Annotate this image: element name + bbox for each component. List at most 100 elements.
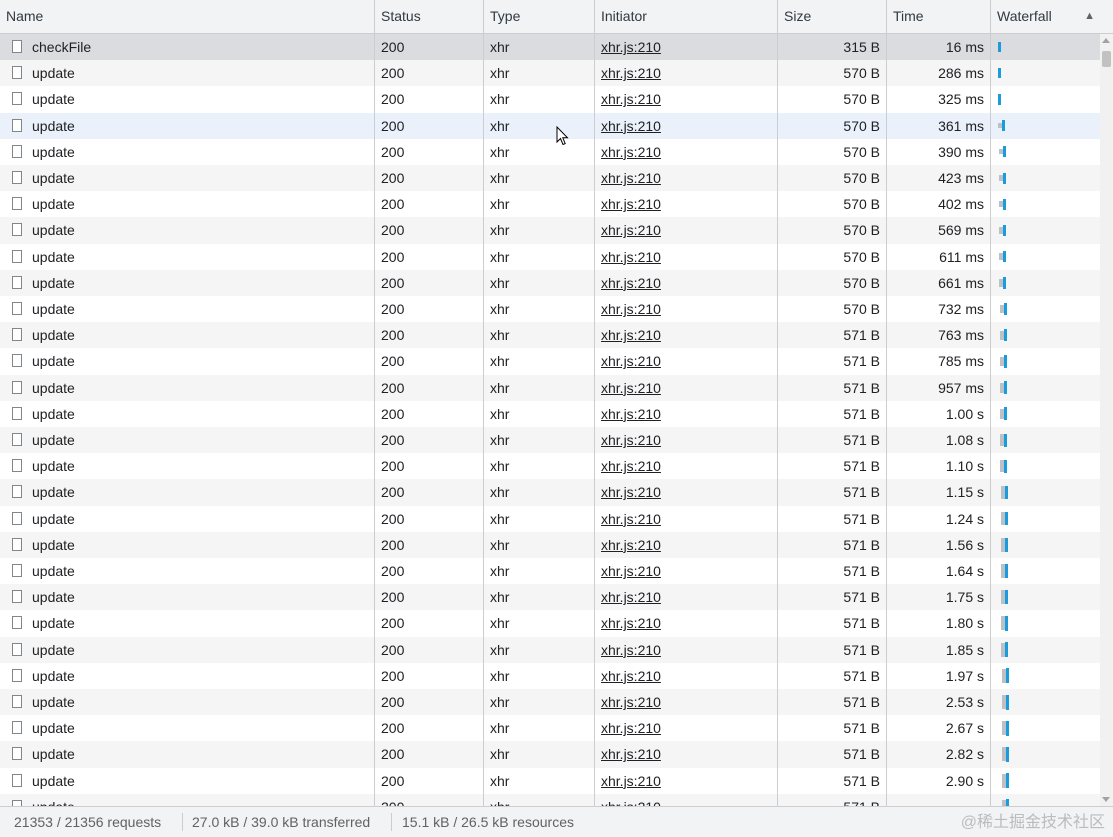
- initiator-link[interactable]: xhr.js:210: [601, 746, 661, 762]
- cell-status: 200: [375, 243, 484, 270]
- scroll-up-arrow-icon[interactable]: [1102, 38, 1110, 43]
- table-row[interactable]: update 200 xhr xhr.js:210 570 B 661 ms: [0, 269, 1100, 296]
- scrollbar-thumb[interactable]: [1102, 51, 1111, 67]
- request-name: update: [32, 274, 75, 291]
- initiator-link[interactable]: xhr.js:210: [601, 170, 661, 186]
- table-row[interactable]: update 200 xhr xhr.js:210 571 B 1.24 s: [0, 505, 1100, 532]
- cell-initiator: xhr.js:210: [595, 86, 778, 113]
- initiator-link[interactable]: xhr.js:210: [601, 432, 661, 448]
- cell-waterfall: [991, 322, 1100, 348]
- cell-status: 200: [375, 558, 484, 585]
- initiator-link[interactable]: xhr.js:210: [601, 668, 661, 684]
- initiator-link[interactable]: xhr.js:210: [601, 406, 661, 422]
- initiator-link[interactable]: xhr.js:210: [601, 353, 661, 369]
- table-row[interactable]: update 200 xhr xhr.js:210 571 B 763 ms: [0, 322, 1100, 349]
- table-row[interactable]: update 200 xhr xhr.js:210 571 B 1.85 s: [0, 636, 1100, 663]
- initiator-link[interactable]: xhr.js:210: [601, 589, 661, 605]
- initiator-link[interactable]: xhr.js:210: [601, 275, 661, 291]
- table-row[interactable]: update 200 xhr xhr.js:210 570 B 732 ms: [0, 296, 1100, 323]
- table-row[interactable]: update 200 xhr xhr.js:210 570 B 611 ms: [0, 243, 1100, 270]
- initiator-link[interactable]: xhr.js:210: [601, 327, 661, 343]
- table-row[interactable]: update 200 xhr xhr.js:210 571 B 1.08 s: [0, 427, 1100, 454]
- request-name: update: [32, 117, 75, 134]
- table-row[interactable]: update 200 xhr xhr.js:210 571 B 2.67 s: [0, 715, 1100, 742]
- initiator-link[interactable]: xhr.js:210: [601, 91, 661, 107]
- document-icon: [12, 197, 22, 211]
- table-row[interactable]: update 200 xhr xhr.js:210 571 B 2.82 s: [0, 741, 1100, 768]
- waterfall-download-bar: [1002, 198, 1006, 210]
- table-row[interactable]: update 200 xhr xhr.js:210 571 B 1.00 s: [0, 400, 1100, 427]
- table-row[interactable]: update 200 xhr xhr.js:210 570 B 402 ms: [0, 191, 1100, 218]
- initiator-link[interactable]: xhr.js:210: [601, 65, 661, 81]
- initiator-link[interactable]: xhr.js:210: [601, 249, 661, 265]
- cell-initiator: xhr.js:210: [595, 348, 778, 375]
- initiator-link[interactable]: xhr.js:210: [601, 694, 661, 710]
- table-row[interactable]: update 200 xhr xhr.js:210 570 B 423 ms: [0, 165, 1100, 192]
- column-header-name[interactable]: Name: [0, 0, 375, 33]
- column-header-status[interactable]: Status: [375, 0, 484, 33]
- table-row[interactable]: update 200 xhr xhr.js:210 571 B 1.97 s: [0, 662, 1100, 689]
- initiator-link[interactable]: xhr.js:210: [601, 380, 661, 396]
- table-row[interactable]: update 200 xhr xhr.js:210 570 B 325 ms: [0, 86, 1100, 113]
- table-row[interactable]: update 200 xhr xhr.js:210 571 B 785 ms: [0, 348, 1100, 375]
- cell-type: xhr: [484, 348, 595, 375]
- initiator-link[interactable]: xhr.js:210: [601, 799, 661, 806]
- cell-type: xhr: [484, 322, 595, 349]
- column-header-waterfall[interactable]: Waterfall ▲: [991, 0, 1113, 33]
- table-row[interactable]: update 200 xhr xhr.js:210 570 B 361 ms: [0, 112, 1100, 139]
- column-header-size[interactable]: Size: [778, 0, 887, 33]
- initiator-link[interactable]: xhr.js:210: [601, 39, 661, 55]
- table-row[interactable]: update 200 xhr xhr.js:210 570 B 569 ms: [0, 217, 1100, 244]
- cell-initiator: xhr.js:210: [595, 427, 778, 454]
- scroll-down-arrow-icon[interactable]: [1102, 797, 1110, 802]
- table-row[interactable]: update 200 xhr xhr.js:210 570 B 286 ms: [0, 60, 1100, 87]
- document-icon: [12, 380, 22, 394]
- request-name: update: [32, 248, 75, 265]
- initiator-link[interactable]: xhr.js:210: [601, 222, 661, 238]
- table-row[interactable]: update 200 xhr xhr.js:210 571 B 1.64 s: [0, 558, 1100, 585]
- table-row[interactable]: update 200 xhr xhr.js:210 571 B 2.90 s: [0, 767, 1100, 794]
- waterfall-download-bar: [1006, 772, 1009, 789]
- column-header-time[interactable]: Time: [887, 0, 991, 33]
- cell-waterfall: [991, 86, 1100, 112]
- table-row[interactable]: update 200 xhr xhr.js:210 571 B 2.53 s: [0, 689, 1100, 716]
- initiator-link[interactable]: xhr.js:210: [601, 511, 661, 527]
- table-row[interactable]: update 200 xhr xhr.js:210 571 B 1.15 s: [0, 479, 1100, 506]
- cell-type: xhr: [484, 296, 595, 323]
- table-row[interactable]: update 200 xhr xhr.js:210 571 B 1.80 s: [0, 610, 1100, 637]
- initiator-link[interactable]: xhr.js:210: [601, 615, 661, 631]
- cell-name: update: [0, 531, 375, 558]
- initiator-link[interactable]: xhr.js:210: [601, 144, 661, 160]
- initiator-link[interactable]: xhr.js:210: [601, 118, 661, 134]
- initiator-link[interactable]: xhr.js:210: [601, 773, 661, 789]
- table-row[interactable]: update 200 xhr xhr.js:210 571 B 1.75 s: [0, 584, 1100, 611]
- cell-type: xhr: [484, 767, 595, 794]
- cell-size: 571 B: [778, 610, 887, 637]
- initiator-link[interactable]: xhr.js:210: [601, 537, 661, 553]
- initiator-link[interactable]: xhr.js:210: [601, 642, 661, 658]
- initiator-link[interactable]: xhr.js:210: [601, 301, 661, 317]
- table-row[interactable]: update 200 xhr xhr.js:210 570 B 390 ms: [0, 138, 1100, 165]
- cell-time: 2.53 s: [887, 689, 991, 716]
- column-header-type[interactable]: Type: [484, 0, 595, 33]
- initiator-link[interactable]: xhr.js:210: [601, 458, 661, 474]
- table-row[interactable]: update 200 xhr xhr.js:210 571 B 957 ms: [0, 374, 1100, 401]
- request-name: update: [32, 484, 75, 501]
- initiator-link[interactable]: xhr.js:210: [601, 563, 661, 579]
- cell-status: 200: [375, 610, 484, 637]
- table-row[interactable]: update 200 xhr xhr.js:210 571 B 1.10 s: [0, 453, 1100, 480]
- initiator-link[interactable]: xhr.js:210: [601, 484, 661, 500]
- cell-type: xhr: [484, 269, 595, 296]
- initiator-link[interactable]: xhr.js:210: [601, 720, 661, 736]
- waterfall-download-bar: [998, 94, 1002, 105]
- request-name: checkFile: [32, 39, 92, 55]
- initiator-link[interactable]: xhr.js:210: [601, 196, 661, 212]
- request-name: update: [32, 405, 75, 422]
- table-row[interactable]: update 200 xhr xhr.js:210 571 B 1.56 s: [0, 531, 1100, 558]
- table-row[interactable]: update 200xhr xhr.js:210 571 B: [0, 793, 1100, 806]
- vertical-scrollbar[interactable]: [1100, 34, 1113, 806]
- cell-size: 571 B: [778, 400, 887, 427]
- cell-name: update: [0, 715, 375, 742]
- table-row[interactable]: checkFile 200 xhr xhr.js:210 315 B 16 ms: [0, 34, 1100, 61]
- column-header-initiator[interactable]: Initiator: [595, 0, 778, 33]
